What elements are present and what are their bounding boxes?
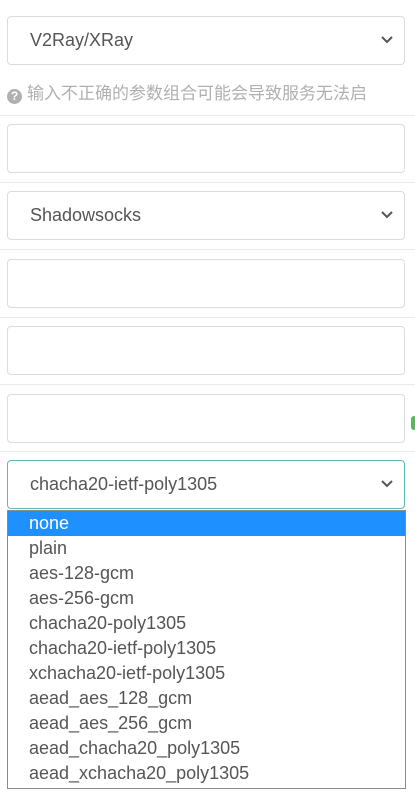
- encryption-method-select[interactable]: chacha20-ietf-poly1305: [7, 460, 405, 509]
- protocol-value: Shadowsocks: [30, 205, 142, 225]
- divider: [0, 115, 415, 116]
- client-type-value: V2Ray/XRay: [30, 30, 134, 50]
- dropdown-option[interactable]: plain: [8, 536, 405, 561]
- text-field-2[interactable]: [7, 259, 405, 308]
- dropdown-option[interactable]: aead_aes_128_gcm: [8, 686, 405, 711]
- hint-text: ? 输入不正确的参数组合可能会导致服务无法启: [7, 79, 367, 104]
- dropdown-option[interactable]: aead_aes_256_gcm: [8, 711, 405, 736]
- dropdown-option[interactable]: none: [8, 511, 405, 536]
- dropdown-option[interactable]: aes-256-gcm: [8, 586, 405, 611]
- divider: [0, 451, 415, 452]
- status-indicator: [411, 416, 415, 430]
- dropdown-option[interactable]: chacha20-ietf-poly1305: [8, 636, 405, 661]
- hint-label: 输入不正确的参数组合可能会导致服务无法启: [27, 84, 367, 103]
- question-circle-icon: ?: [7, 89, 22, 104]
- dropdown-option[interactable]: chacha20-poly1305: [8, 611, 405, 636]
- protocol-select[interactable]: Shadowsocks: [7, 191, 405, 240]
- divider: [0, 384, 415, 385]
- dropdown-option[interactable]: aead_chacha20_poly1305: [8, 736, 405, 761]
- chevron-down-icon: [381, 36, 393, 44]
- client-type-select[interactable]: V2Ray/XRay: [7, 16, 405, 65]
- encryption-method-value: chacha20-ietf-poly1305: [30, 474, 218, 494]
- encryption-options-dropdown[interactable]: none plain aes-128-gcm aes-256-gcm chach…: [7, 510, 406, 789]
- text-field-3[interactable]: [7, 326, 405, 375]
- dropdown-option[interactable]: aead_xchacha20_poly1305: [8, 761, 405, 786]
- divider: [0, 182, 415, 183]
- text-field-1[interactable]: [7, 124, 405, 173]
- chevron-down-icon: [381, 480, 393, 488]
- text-field-4[interactable]: [7, 394, 405, 443]
- dropdown-option[interactable]: aes-128-gcm: [8, 561, 405, 586]
- chevron-down-icon: [381, 211, 393, 219]
- dropdown-option[interactable]: xchacha20-ietf-poly1305: [8, 661, 405, 686]
- divider: [0, 249, 415, 250]
- divider: [0, 317, 415, 318]
